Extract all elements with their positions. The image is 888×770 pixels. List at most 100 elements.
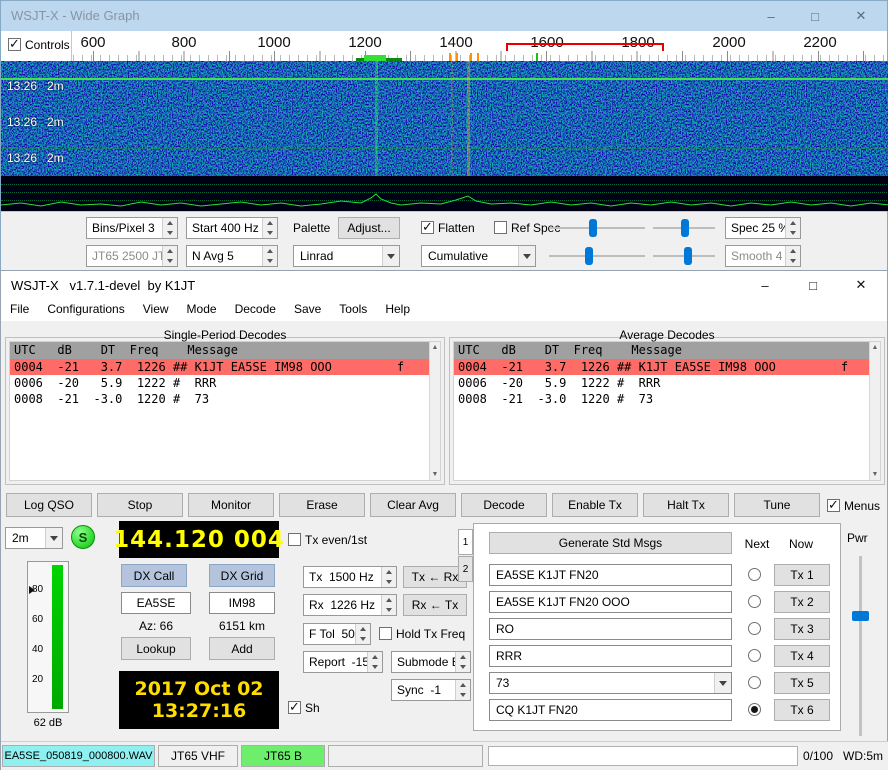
zero-slider[interactable] [653, 217, 715, 239]
submode-spinner[interactable]: Submode B [391, 651, 471, 673]
lookup-button[interactable]: Lookup [121, 637, 191, 660]
tx3-now-button[interactable]: Tx 3 [774, 618, 830, 640]
log-qso-button[interactable]: Log QSO [6, 493, 92, 517]
tx2-now-button[interactable]: Tx 2 [774, 591, 830, 613]
enable-tx-button[interactable]: Enable Tx [552, 493, 638, 517]
tx6-message-field[interactable]: CQ K1JT FN20 [489, 699, 732, 721]
decode-row[interactable]: 0006 -20 5.9 1222 # RRR [454, 375, 869, 391]
clear-avg-button[interactable]: Clear Avg [370, 493, 456, 517]
generate-std-msgs-button[interactable]: Generate Std Msgs [489, 532, 732, 554]
minimize-icon[interactable]: – [751, 1, 791, 31]
tx6-next-radio[interactable] [748, 703, 761, 716]
ref-spec-checkbox[interactable] [494, 221, 507, 234]
tx3-next-radio[interactable] [748, 622, 761, 635]
sh-checkbox[interactable] [288, 701, 301, 714]
main-titlebar[interactable]: WSJT-X v1.7.1-devel by K1JT – □ ✕ [1, 271, 887, 299]
menu-configurations[interactable]: Configurations [38, 299, 133, 321]
report-spinner[interactable]: Report -15 [303, 651, 383, 673]
spin-up-icon[interactable] [786, 218, 800, 228]
spin-up-icon[interactable] [456, 652, 470, 662]
spin-up-icon[interactable] [382, 595, 396, 605]
tx3-message-field[interactable]: RO [489, 618, 732, 640]
spin-up-icon[interactable] [263, 246, 277, 256]
tx-freq-spinner[interactable]: Tx 1500 Hz [303, 566, 397, 588]
rx-from-tx-button[interactable]: Rx ← Tx [403, 594, 467, 616]
decode-row[interactable]: 0006 -20 5.9 1222 # RRR [10, 375, 429, 391]
dx-call-field[interactable]: EA5SE [121, 592, 191, 614]
spin-down-icon[interactable] [263, 256, 277, 266]
spin-up-icon[interactable] [356, 624, 370, 634]
band-combobox[interactable]: 2m [5, 527, 63, 549]
gain2-slider[interactable] [549, 245, 645, 267]
scroll-down-icon[interactable]: ▼ [870, 469, 880, 480]
menu-save[interactable]: Save [285, 299, 330, 321]
dx-grid-field[interactable]: IM98 [209, 592, 275, 614]
slider-handle[interactable] [589, 219, 597, 237]
tx5-now-button[interactable]: Tx 5 [774, 672, 830, 694]
tx1-message-field[interactable]: EA5SE K1JT FN20 [489, 564, 732, 586]
waterfall-display[interactable]: 13:26 2m 13:26 2m 13:26 2m [1, 61, 888, 176]
menu-decode[interactable]: Decode [226, 299, 285, 321]
tab-1[interactable]: 1 [458, 529, 473, 555]
tx1-next-radio[interactable] [748, 568, 761, 581]
tx4-now-button[interactable]: Tx 4 [774, 645, 830, 667]
tx5-message-combobox[interactable]: 73 [489, 672, 732, 694]
sync-spinner[interactable]: Sync -1 [391, 679, 471, 701]
spin-down-icon[interactable] [368, 662, 382, 672]
spin-down-icon[interactable] [356, 634, 370, 644]
tx6-now-button[interactable]: Tx 6 [774, 699, 830, 721]
tune-button[interactable]: Tune [734, 493, 820, 517]
tx2-next-radio[interactable] [748, 595, 761, 608]
dx-call-button[interactable]: DX Call [121, 564, 187, 587]
chevron-down-icon[interactable] [714, 673, 731, 693]
minimize-icon[interactable]: – [745, 271, 785, 299]
gain-slider[interactable] [549, 217, 645, 239]
tx4-message-field[interactable]: RRR [489, 645, 732, 667]
adjust-button[interactable]: Adjust... [338, 217, 400, 239]
menu-tools[interactable]: Tools [330, 299, 376, 321]
spin-up-icon[interactable] [263, 218, 277, 228]
decode-row[interactable]: 0008 -21 -3.0 1220 # 73 [454, 391, 869, 407]
spin-down-icon[interactable] [456, 690, 470, 700]
hold-tx-freq-checkbox[interactable] [379, 627, 392, 640]
spin-up-icon[interactable] [163, 218, 177, 228]
slider-handle[interactable] [681, 219, 689, 237]
frequency-display[interactable]: 144.120 004 [119, 521, 279, 558]
start-freq-spinner[interactable]: Start 400 Hz [186, 217, 278, 239]
pwr-slider-handle[interactable] [852, 611, 869, 621]
zero2-slider[interactable] [653, 245, 715, 267]
scroll-down-icon[interactable]: ▼ [430, 469, 440, 480]
flatten-checkbox[interactable] [421, 221, 434, 234]
controls-checkbox[interactable] [8, 38, 21, 51]
n-avg-spinner[interactable]: N Avg 5 [186, 245, 278, 267]
erase-button[interactable]: Erase [279, 493, 365, 517]
spin-down-icon[interactable] [456, 662, 470, 672]
slider-handle[interactable] [585, 247, 593, 265]
spin-down-icon[interactable] [382, 605, 396, 615]
wide-graph-titlebar[interactable]: WSJT-X - Wide Graph – □ ✕ [1, 1, 887, 31]
slider-handle[interactable] [684, 247, 692, 265]
f-tol-spinner[interactable]: F Tol 50 [303, 623, 371, 645]
menus-checkbox[interactable] [827, 499, 840, 512]
tx-even-checkbox[interactable] [288, 533, 301, 546]
maximize-icon[interactable]: □ [793, 271, 833, 299]
single-period-decodes-table[interactable]: UTC dB DT Freq Message 0004 -21 3.7 1226… [9, 341, 441, 481]
scrollbar[interactable]: ▲▼ [869, 342, 880, 480]
bins-pixel-spinner[interactable]: Bins/Pixel 3 [86, 217, 178, 239]
average-decodes-table[interactable]: UTC dB DT Freq Message 0004 -21 3.7 1226… [453, 341, 881, 481]
menu-help[interactable]: Help [376, 299, 419, 321]
spectrum-display[interactable] [1, 176, 888, 211]
tab-2[interactable]: 2 [458, 556, 473, 582]
tx1-now-button[interactable]: Tx 1 [774, 564, 830, 586]
maximize-icon[interactable]: □ [795, 1, 835, 31]
add-button[interactable]: Add [209, 637, 275, 660]
tx4-next-radio[interactable] [748, 649, 761, 662]
monitor-button[interactable]: Monitor [188, 493, 274, 517]
spin-down-icon[interactable] [163, 228, 177, 238]
decode-row[interactable]: 0004 -21 3.7 1226 ## K1JT EA5SE IM98 OOO… [10, 359, 429, 375]
menu-view[interactable]: View [134, 299, 178, 321]
rx-freq-spinner[interactable]: Rx 1226 Hz [303, 594, 397, 616]
decode-button[interactable]: Decode [461, 493, 547, 517]
tx-band-marker[interactable] [506, 43, 664, 51]
tx5-next-radio[interactable] [748, 676, 761, 689]
